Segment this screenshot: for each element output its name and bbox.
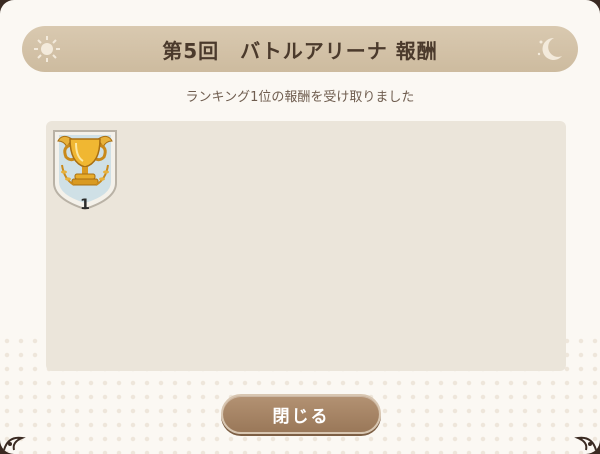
reward-item[interactable]: 1	[50, 125, 120, 213]
corner-ornament-left-icon	[3, 436, 26, 451]
title-banner: 第5回 バトルアリーナ 報酬	[22, 26, 578, 72]
dialog-title: 第5回 バトルアリーナ 報酬	[162, 38, 438, 63]
close-button[interactable]: 閉じる	[221, 394, 381, 434]
sun-decoration-icon	[34, 36, 60, 62]
corner-ornament-right-icon	[574, 436, 597, 451]
reward-rank-label: 1	[80, 197, 90, 213]
reward-message: ランキング1位の報酬を受け取りました	[185, 90, 415, 105]
moon-decoration-icon	[537, 37, 562, 60]
reward-panel: 1	[46, 121, 566, 371]
reward-dialog: 第5回 バトルアリーナ 報酬 ランキング1位の報酬を受け取りました 1 閉じる	[0, 0, 600, 454]
